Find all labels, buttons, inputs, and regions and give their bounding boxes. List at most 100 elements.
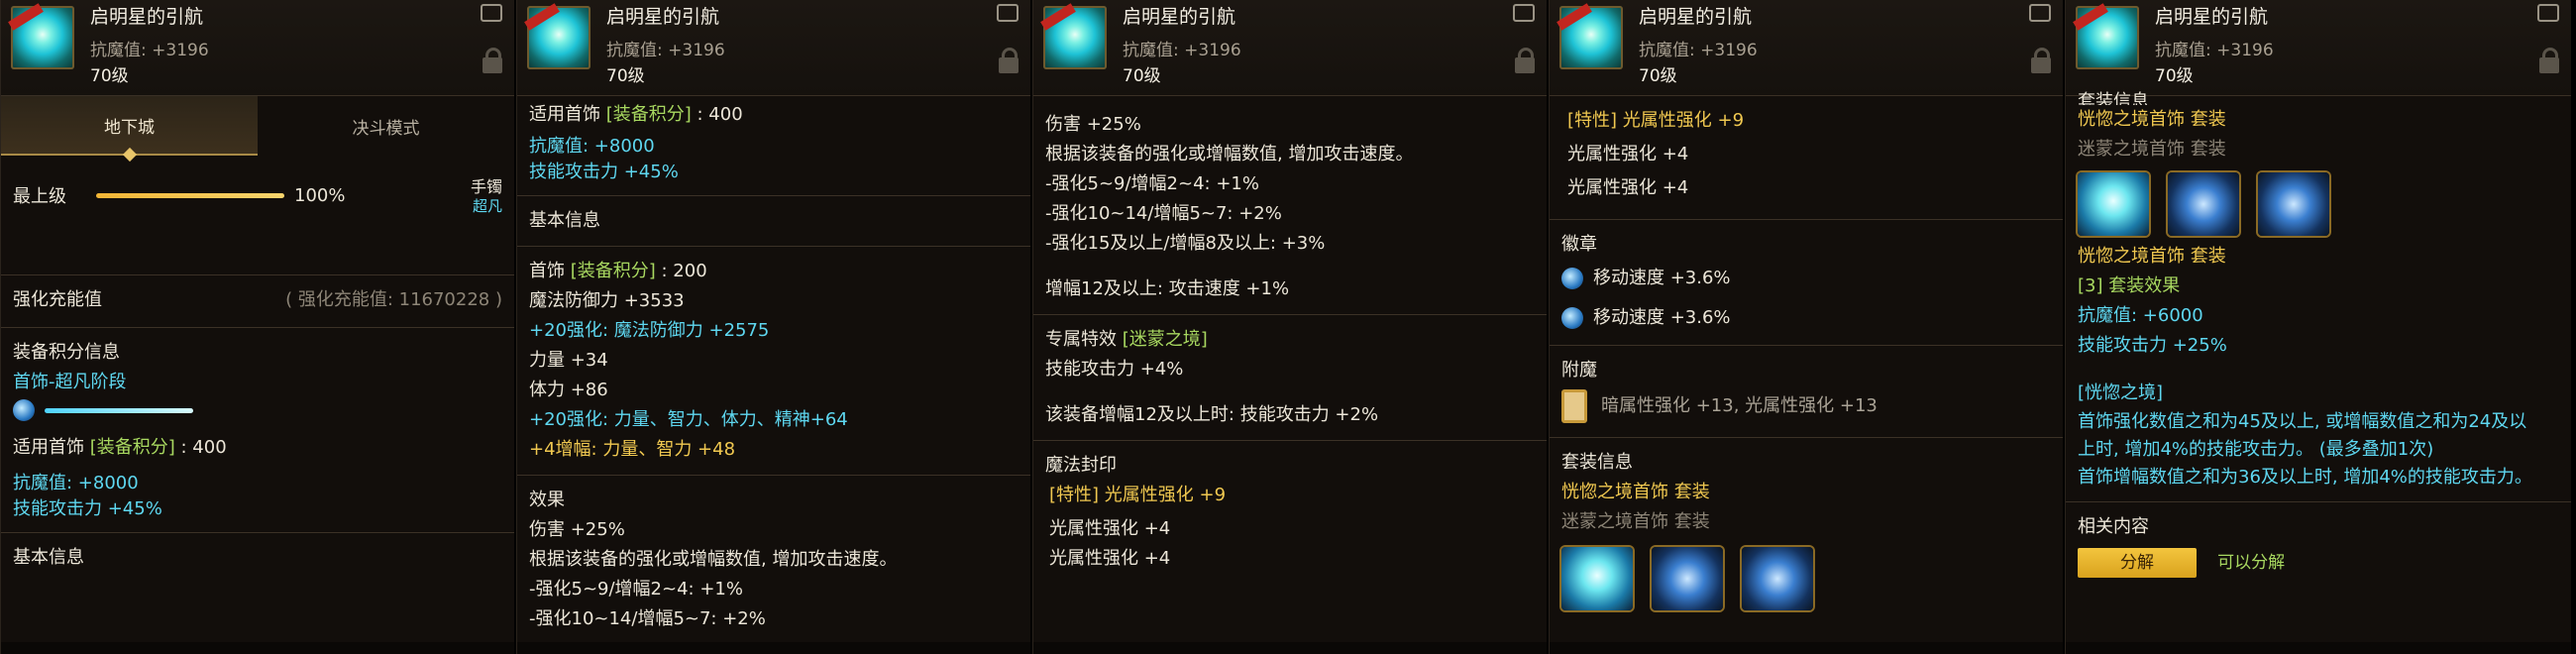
lock-icon[interactable] [483,48,502,73]
emblem-icon [1561,307,1583,329]
set-slot-3[interactable] [1742,547,1814,610]
grade-label: 最上级 [13,186,66,207]
item-level: 70级 [90,66,129,86]
item-title: 启明星的引航 [1639,6,1753,28]
share-icon[interactable] [481,4,502,22]
tooltip-panel-3: 启明星的引航 抗魔值: +3196 70级 伤害 +25% 根据该装备的强化或增… [1032,0,1547,654]
set-slot-3[interactable] [2258,172,2330,236]
applicable-prefix: 适用首饰 [529,104,600,125]
item-anti-magic: 抗魔值: +3196 [90,41,209,60]
light-2: 光属性强化 +4 [1049,548,1171,569]
tier-1: -强化5~9/增幅2~4: +1% [529,579,743,600]
tooltip-panel-5: 启明星的引航 抗魔值: +3196 70级 套装信息 恍惚之境首饰 套装 迷蒙之… [2065,0,2571,654]
item-anti-magic: 抗魔值: +3196 [2155,41,2274,60]
item-level: 70级 [2155,66,2194,86]
item-anti-magic: 抗魔值: +3196 [606,41,725,60]
set-title: 套装信息 [2078,91,2149,105]
amp12-speed: 增幅12及以上: 攻击速度 +1% [1045,278,1290,299]
slot-grade: 超凡 [472,197,502,215]
seal-trait: [特性] 光属性强化 +9 [1049,485,1227,505]
emblem-2: 移动速度 +3.6% [1593,307,1731,328]
equip-score-title: 装备积分信息 [13,342,120,363]
item-anti-magic: 抗魔值: +3196 [1639,41,1758,60]
equip-score-stage: 首饰-超凡阶段 [13,372,127,392]
lock-icon[interactable] [2539,48,2559,73]
effect-desc: 根据该装备的强化或增幅数值, 增加攻击速度。 [529,549,898,570]
item-header: 启明星的引航 抗魔值: +3196 70级 [517,0,1030,96]
applicable-value: : 400 [697,104,743,125]
set-slot-2[interactable] [1652,547,1724,610]
tab-dungeon[interactable]: 地下城 [1,96,258,156]
jewel-prefix: 首饰 [529,261,565,281]
tier-1: -强化5~9/增幅2~4: +1% [1045,173,1259,194]
set-row-1: 恍惚之境首饰 套装 [1561,478,2051,507]
skill-attack: 技能攻击力 +45% [529,162,679,182]
set-slot-1[interactable] [2078,172,2149,236]
tier-2: -强化10~14/增幅5~7: +2% [529,608,766,629]
amp4-row: +4增幅: 力量、智力 +48 [529,435,1019,465]
stage-progress [13,397,502,423]
set-anti-magic: 抗魔值: +6000 [2078,305,2203,326]
exclusive-prefix: 专属特效 [1045,329,1123,350]
set-3-name: 恍惚之境首饰 [2078,246,2185,267]
basic-info-title: 基本信息 [13,547,84,568]
emblem-title: 徽章 [1561,234,1597,255]
lock-icon[interactable] [2031,48,2051,73]
grade-bar [96,192,284,198]
jewel-value: : 200 [661,261,707,281]
seal-trait: [特性] 光属性强化 +9 [1567,110,1745,131]
share-icon[interactable] [997,4,1019,22]
tier-2: -强化10~14/增幅5~7: +2% [1045,203,1282,224]
item-header: 启明星的引航 抗魔值: +3196 70级 [1,0,514,96]
set-row-2: 迷蒙之境首饰 套装 [2078,135,2559,164]
emblem-row-2: 移动速度 +3.6% [1561,303,2051,333]
applicable-row: 适用首饰 [装备积分] : 400 [529,100,1019,130]
tab-pvp[interactable]: 决斗模式 [258,96,514,156]
basic-info-title: 基本信息 [529,210,600,231]
disassemble-note: 可以分解 [2217,553,2286,573]
item-title: 启明星的引航 [2155,6,2269,28]
grade-value: 100% [294,184,346,206]
item-level: 70级 [606,66,645,86]
item-thumbnail [1556,3,1623,69]
applicable-prefix: 适用首饰 [13,437,84,458]
plus20-stats: +20强化: 力量、智力、体力、精神+64 [529,409,848,430]
plus20-mdef: +20强化: 魔法防御力 +2575 [529,320,770,341]
item-title: 启明星的引航 [90,6,204,28]
share-icon[interactable] [2537,4,2559,22]
exclusive-name: [迷蒙之境] [1122,329,1208,350]
amp4-prefix: +4增幅: [529,439,603,460]
mode-tabs: 地下城 决斗模式 [1,96,514,156]
applicable-bracket: [装备积分] [605,104,692,125]
realm-title: [恍惚之境] [2078,382,2164,403]
item-thumbnail [1040,3,1107,69]
exclusive-row: 专属特效 [迷蒙之境] [1045,325,1535,355]
share-icon[interactable] [1513,4,1535,22]
set-slots [2078,172,2559,236]
realm-desc-3: 首饰增幅数值之和为36及以上时, 增加4%的技能攻击力。 [2078,467,2532,488]
amp12-skill: 该装备增幅12及以上时: 技能攻击力 +2% [1045,404,1379,425]
lock-icon[interactable] [1515,48,1535,73]
disassemble-button[interactable]: 分解 [2078,548,2197,578]
slot-type: 手镯 [470,177,502,196]
item-header: 启明星的引航 抗魔值: +3196 70级 [1550,0,2063,96]
set-1-name: 恍惚之境首饰 [1561,482,1668,502]
skill-attack-4: 技能攻击力 +4% [1045,359,1184,380]
light-1: 光属性强化 +4 [1567,144,1689,164]
realm-desc-1: 首饰强化数值之和为45及以上, 或增幅数值之和为24及以 [2078,411,2527,432]
item-header: 启明星的引航 抗魔值: +3196 70级 [1033,0,1547,96]
set-1-tag: 套装 [1673,482,1710,502]
tooltip-strip: 启明星的引航 抗魔值: +3196 70级 地下城 决斗模式 最上级 100% … [0,0,2576,654]
set-slot-1[interactable] [1561,547,1633,610]
set-slot-2[interactable] [2168,172,2240,236]
skill-attack: 技能攻击力 +45% [13,498,162,519]
applicable-value: : 400 [180,437,227,458]
charge-row: 强化充能值 ( 强化充能值: 11670228 ) [13,285,502,315]
related-title: 相关内容 [2078,516,2149,537]
lock-icon[interactable] [999,48,1019,73]
share-icon[interactable] [2029,4,2051,22]
tier-3: -强化15及以上/增幅8及以上: +3% [1045,233,1326,254]
effect-title: 效果 [529,490,565,510]
item-level: 70级 [1123,66,1161,86]
set-row-3: 恍惚之境首饰 套装 [2078,242,2559,272]
